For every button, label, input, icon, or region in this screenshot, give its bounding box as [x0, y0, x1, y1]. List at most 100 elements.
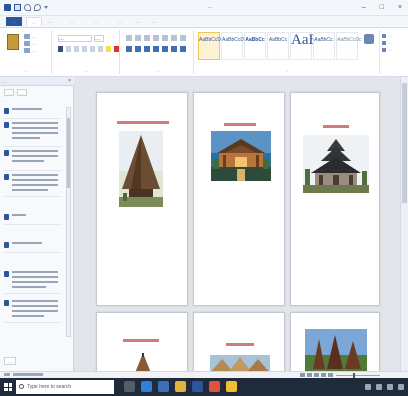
tab-insert[interactable]: … — [48, 17, 52, 26]
styles-gallery: AaBbCcDc … AaBbCcDc … AaBbCc … AaBbCc … … — [198, 32, 384, 60]
paint-icon[interactable] — [226, 381, 237, 392]
print-layout-icon[interactable] — [300, 373, 305, 377]
store-icon[interactable] — [158, 381, 169, 392]
clock[interactable] — [387, 384, 393, 390]
customize-qat-icon[interactable] — [44, 6, 48, 10]
document-scrollbar[interactable] — [400, 77, 408, 371]
superscript-icon[interactable] — [98, 46, 103, 52]
file-explorer-icon[interactable] — [175, 381, 186, 392]
document-page[interactable] — [290, 92, 380, 306]
bold-icon[interactable] — [58, 46, 63, 52]
tab-review[interactable]: … — [136, 17, 140, 26]
redo-icon[interactable] — [34, 4, 41, 11]
find-button[interactable]: … — [382, 32, 408, 39]
tab-references[interactable]: … — [94, 17, 98, 26]
maximize-button[interactable]: □ — [380, 4, 384, 11]
bullets-icon[interactable] — [126, 35, 132, 41]
multilevel-list-icon[interactable] — [144, 35, 150, 41]
page-heading — [323, 125, 349, 128]
clipboard-item[interactable] — [4, 241, 62, 253]
style-heading-1[interactable]: AaBbCc … — [244, 32, 266, 60]
align-center-icon[interactable] — [135, 46, 141, 52]
paste-all-button[interactable]: … — [4, 89, 14, 96]
document-page[interactable] — [193, 312, 285, 373]
borders-icon[interactable] — [180, 46, 186, 52]
highlight-color-icon[interactable] — [106, 46, 111, 52]
clipboard-item[interactable] — [4, 173, 62, 197]
decrease-indent-icon[interactable] — [153, 35, 159, 41]
align-left-icon[interactable] — [126, 46, 132, 52]
edge-icon[interactable] — [141, 381, 152, 392]
tab-page-layout[interactable]: … — [70, 17, 74, 26]
task-view-icon[interactable] — [124, 381, 135, 392]
document-page[interactable] — [290, 312, 380, 373]
taskbar-search-input[interactable]: Type here to search — [16, 380, 114, 394]
full-screen-icon[interactable] — [307, 373, 312, 377]
clipboard-item[interactable] — [4, 299, 62, 323]
clipboard-item[interactable] — [4, 149, 62, 171]
font-color-icon[interactable] — [114, 46, 119, 52]
tab-file[interactable]: … — [6, 17, 22, 26]
shading-icon[interactable] — [171, 46, 177, 52]
notifications-icon[interactable] — [398, 384, 404, 390]
chrome-icon[interactable] — [209, 381, 220, 392]
numbering-icon[interactable] — [135, 35, 141, 41]
copy-button[interactable]: … — [24, 41, 50, 46]
web-layout-icon[interactable] — [314, 373, 319, 377]
line-spacing-icon[interactable] — [162, 46, 168, 52]
style-subtitle[interactable]: AaBbCc. … — [313, 32, 335, 60]
strikethrough-icon[interactable] — [82, 46, 87, 52]
document-page[interactable] — [96, 312, 188, 373]
clipboard-pane-scrollbar[interactable] — [66, 107, 71, 337]
font-size-select[interactable]: … — [94, 35, 104, 42]
outline-icon[interactable] — [321, 373, 326, 377]
show-marks-icon[interactable] — [180, 35, 186, 41]
zoom-slider[interactable] — [336, 375, 380, 376]
save-icon[interactable] — [14, 4, 21, 11]
page-heading — [224, 123, 256, 126]
clipboard-item[interactable] — [4, 213, 62, 225]
style-normal[interactable]: AaBbCcDc … — [198, 32, 223, 60]
underline-icon[interactable] — [74, 46, 79, 52]
increase-indent-icon[interactable] — [162, 35, 168, 41]
network-icon[interactable] — [365, 384, 371, 390]
subscript-icon[interactable] — [90, 46, 95, 52]
italic-icon[interactable] — [66, 46, 71, 52]
paste-icon[interactable] — [7, 34, 19, 50]
style-no-spacing[interactable]: AaBbCcDc … — [221, 32, 246, 60]
undo-icon[interactable] — [24, 4, 31, 11]
word-clip-icon — [4, 300, 9, 306]
font-format-buttons — [58, 46, 119, 52]
style-title[interactable]: AaB … — [290, 32, 319, 60]
tab-view[interactable]: … — [152, 17, 156, 26]
style-subtle-emphasis[interactable]: AaBbCcDc … — [336, 32, 361, 60]
align-right-icon[interactable] — [144, 46, 150, 52]
change-styles-button[interactable]: … — [361, 34, 377, 60]
tab-home[interactable]: … — [26, 17, 42, 26]
clipboard-item[interactable] — [4, 107, 62, 119]
close-icon[interactable]: × — [68, 77, 71, 86]
close-button[interactable]: × — [398, 4, 402, 11]
sort-icon[interactable] — [171, 35, 177, 41]
volume-icon[interactable] — [376, 384, 382, 390]
document-page[interactable] — [193, 92, 285, 306]
word-icon[interactable] — [192, 381, 203, 392]
clipboard-options-button[interactable]: … — [4, 357, 16, 365]
clear-all-button[interactable]: … — [17, 89, 27, 96]
document-page[interactable] — [96, 92, 188, 306]
minimize-button[interactable]: – — [362, 4, 366, 11]
draft-icon[interactable] — [328, 373, 333, 377]
clipboard-item[interactable] — [4, 121, 62, 147]
clipboard-pane-header: … × — [0, 77, 74, 86]
tab-mailings[interactable]: … — [118, 17, 122, 26]
cut-button[interactable]: … — [24, 34, 50, 39]
justify-icon[interactable] — [153, 46, 159, 52]
font-family-select[interactable]: … — [58, 35, 92, 42]
page-image — [305, 329, 367, 373]
clipboard-item[interactable] — [4, 270, 62, 294]
style-heading-2[interactable]: AaBbCc … — [267, 32, 289, 60]
format-painter-button[interactable]: … — [24, 48, 50, 53]
windows-start-icon[interactable] — [4, 383, 12, 391]
select-button[interactable]: … — [382, 46, 408, 53]
replace-button[interactable]: … — [382, 39, 408, 46]
